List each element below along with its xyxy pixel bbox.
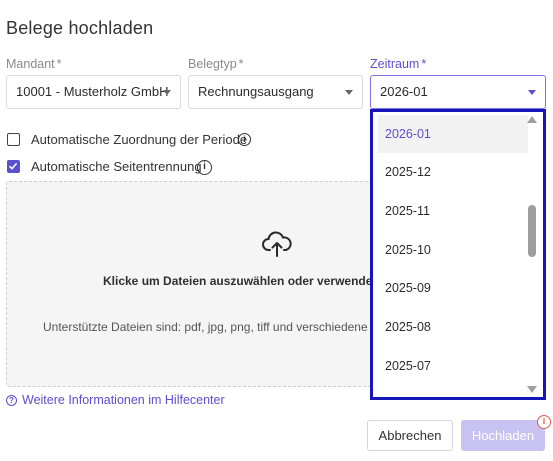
mandant-label-text: Mandant <box>6 57 55 71</box>
dialog-title: Belege hochladen <box>6 18 154 38</box>
file-dropzone[interactable]: Klicke um Dateien auszuwählen oder verwe… <box>6 181 374 387</box>
zeitraum-select[interactable]: 2026-01 <box>370 75 546 109</box>
required-mark: * <box>421 57 427 71</box>
upload-button[interactable]: Hochladen <box>461 420 545 451</box>
required-mark: * <box>238 57 244 71</box>
checkbox-auto-page-split-label: Automatische Seitentrennung <box>31 159 202 174</box>
zeitraum-label: Zeitraum * <box>370 57 426 71</box>
zeitraum-dropdown-list[interactable]: 2026-01 2025-12 2025-11 2025-10 2025-09 … <box>370 109 546 400</box>
dropdown-option[interactable]: 2025-09 <box>378 269 528 307</box>
dropdown-option[interactable]: 2026-01 <box>378 115 528 153</box>
belegtyp-label: Belegtyp * <box>188 57 244 71</box>
mandant-select-value: 10001 - Musterholz GmbH <box>16 84 169 99</box>
info-icon[interactable]: i <box>197 160 212 175</box>
checkbox-auto-period[interactable] <box>7 133 20 146</box>
mandant-label: Mandant * <box>6 57 62 71</box>
belegtyp-select[interactable]: Rechnungsausgang <box>188 75 363 109</box>
checkbox-auto-period-label: Automatische Zuordnung der Periode <box>31 132 248 147</box>
dropzone-main-text: Klicke um Dateien auszuwählen oder verwe… <box>103 274 373 288</box>
alert-icon: i <box>537 415 551 429</box>
dropdown-option[interactable]: 2025-10 <box>378 231 528 269</box>
cancel-button[interactable]: Abbrechen <box>367 420 453 451</box>
belegtyp-label-text: Belegtyp <box>188 57 237 71</box>
zeitraum-label-text: Zeitraum <box>370 57 420 71</box>
cloud-upload-icon <box>262 230 292 263</box>
checkmark-icon <box>8 162 18 170</box>
dropdown-option[interactable]: 2025-07 <box>378 347 528 385</box>
dropdown-option[interactable]: 2025-12 <box>378 153 528 191</box>
help-center-link[interactable]: Weitere Informationen im Hilfecenter <box>22 393 225 407</box>
scrollbar-thumb[interactable] <box>528 205 536 257</box>
required-mark: * <box>56 57 62 71</box>
dropdown-option[interactable]: 2025-06 <box>378 385 528 397</box>
chevron-down-icon <box>163 90 171 95</box>
scroll-down-arrow-icon[interactable] <box>527 386 537 393</box>
chevron-down-icon <box>528 90 536 95</box>
mandant-select[interactable]: 10001 - Musterholz GmbH <box>6 75 181 109</box>
scroll-up-arrow-icon[interactable] <box>527 116 537 123</box>
dropdown-option[interactable]: 2025-11 <box>378 192 528 230</box>
chevron-down-icon <box>345 90 353 95</box>
zeitraum-select-value: 2026-01 <box>380 84 428 99</box>
dropzone-supported-files-text: Unterstützte Dateien sind: pdf, jpg, png… <box>43 320 373 334</box>
dropdown-option[interactable]: 2025-08 <box>378 308 528 346</box>
info-icon[interactable]: i <box>238 133 251 146</box>
question-circle-icon: ? <box>6 395 17 406</box>
checkbox-auto-page-split[interactable] <box>7 160 20 173</box>
belegtyp-select-value: Rechnungsausgang <box>198 84 314 99</box>
